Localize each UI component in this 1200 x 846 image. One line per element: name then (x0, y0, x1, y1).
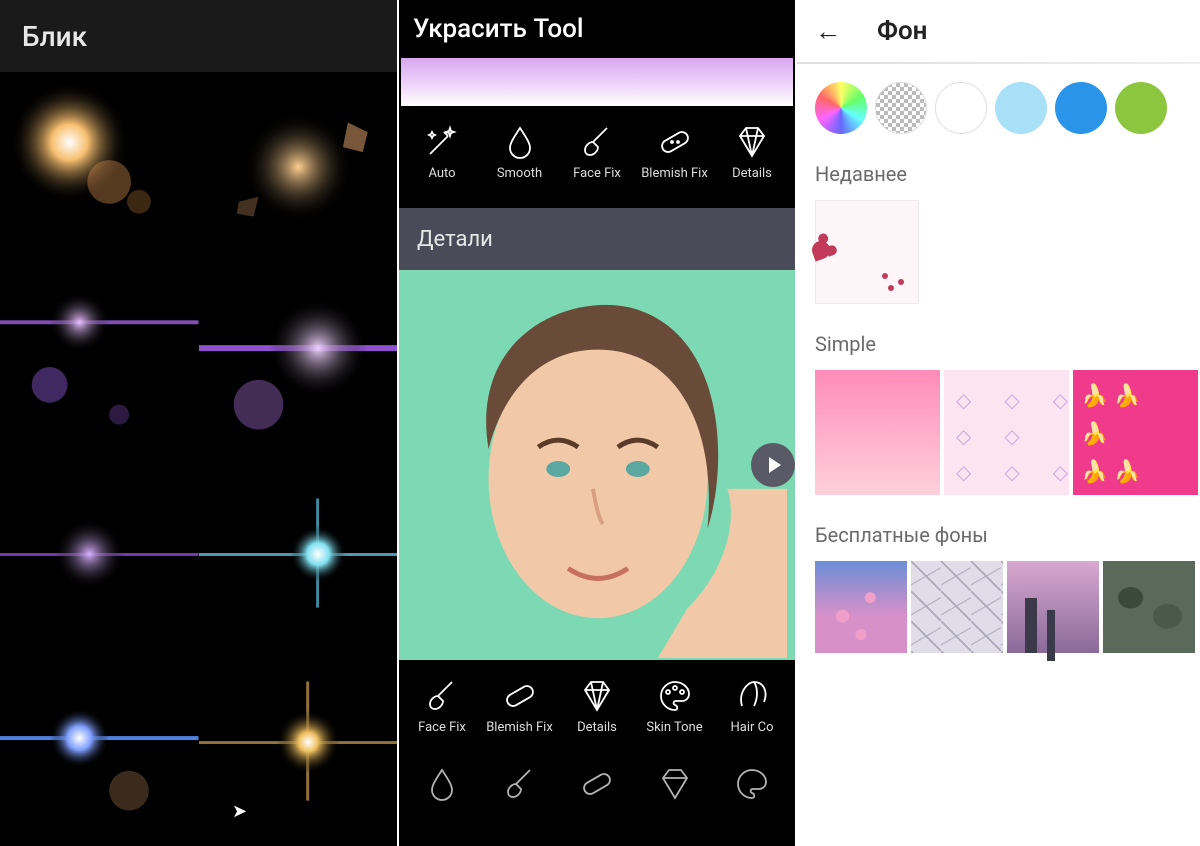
color-swatch-blue[interactable] (1055, 82, 1107, 134)
brush-icon (424, 678, 460, 714)
tool-skintone[interactable]: Skin Tone (638, 678, 712, 735)
bg-tile-leaves[interactable] (1103, 561, 1195, 653)
beautify-header: Украсить Tool (399, 0, 795, 58)
recent-thumb-1[interactable] (815, 200, 919, 304)
bg-tile-dusk[interactable] (1007, 561, 1099, 653)
flare-thumb-purple-2[interactable] (199, 265, 398, 458)
tool-blemish-2[interactable]: Blemish Fix (483, 678, 557, 735)
flare-thumb-purple-1[interactable] (0, 265, 199, 458)
flare-thumb-cyan[interactable] (199, 458, 398, 651)
color-row (797, 82, 1200, 134)
flare-thumb-purple-3[interactable] (0, 458, 199, 651)
flare-thumb-blue[interactable] (0, 651, 199, 844)
color-swatch-rainbow[interactable] (815, 82, 867, 134)
bandage-icon (579, 766, 615, 802)
bg-title: Фон (877, 16, 927, 46)
preview-strip (401, 58, 793, 106)
bg-header: ← Фон (797, 0, 1200, 62)
beautify-panel: Украсить Tool Auto Smooth Face Fix Blemi… (399, 0, 797, 846)
bg-tile-map[interactable] (911, 561, 1003, 653)
drop-icon (424, 766, 460, 802)
brush-icon (579, 124, 615, 160)
face-placeholder-icon (399, 270, 795, 658)
flare-panel: Блик ➤ (0, 0, 399, 846)
tool-extra-2[interactable] (483, 766, 557, 802)
color-swatch-white[interactable] (935, 82, 987, 134)
color-swatch-lightblue[interactable] (995, 82, 1047, 134)
background-panel: ← Фон Недавнее Simple Бесплатные фоны (797, 0, 1200, 846)
tool-extra-3[interactable] (560, 766, 634, 802)
diamond-icon (734, 124, 770, 160)
color-swatch-transparent[interactable] (875, 82, 927, 134)
tool-blemish[interactable]: Blemish Fix (638, 124, 712, 181)
play-button[interactable] (751, 443, 795, 487)
beautify-title: Украсить Tool (413, 14, 584, 44)
tool-extra-1[interactable] (405, 766, 479, 802)
tool-haircolor[interactable]: Hair Co (715, 678, 789, 735)
tool-extra-5[interactable] (715, 766, 789, 802)
bg-tile-pink-gradient[interactable] (815, 370, 940, 495)
bg-tile-banana-pattern[interactable] (1073, 370, 1198, 495)
divider (797, 62, 1200, 64)
section-simple-title: Simple (797, 304, 1200, 370)
tool-facefix[interactable]: Face Fix (560, 124, 634, 181)
flare-title: Блик (22, 20, 87, 53)
drop-icon (502, 124, 538, 160)
section-recent-title: Недавнее (797, 134, 1200, 200)
tool-details-2[interactable]: Details (560, 678, 634, 735)
tool-row-top: Auto Smooth Face Fix Blemish Fix Details (399, 106, 795, 198)
hair-icon (734, 678, 770, 714)
section-details: Детали (399, 208, 795, 270)
tool-auto[interactable]: Auto (405, 124, 479, 181)
bg-tile-blossom[interactable] (815, 561, 907, 653)
palette-icon (734, 766, 770, 802)
tool-facefix-2[interactable]: Face Fix (405, 678, 479, 735)
section-free-title: Бесплатные фоны (797, 495, 1200, 561)
simple-row (797, 370, 1200, 495)
flare-header: Блик (0, 0, 397, 72)
tool-extra-4[interactable] (638, 766, 712, 802)
back-icon[interactable]: ← (815, 16, 841, 47)
brush-icon (502, 766, 538, 802)
recent-row (797, 200, 1200, 304)
bandage-icon (657, 124, 693, 160)
free-row (797, 561, 1200, 653)
tool-row-extra (399, 752, 795, 816)
tool-smooth[interactable]: Smooth (483, 124, 557, 181)
section-details-title: Детали (417, 227, 493, 252)
tool-details[interactable]: Details (715, 124, 789, 181)
flare-thumb-gold[interactable] (199, 651, 398, 844)
flare-thumb-orange-2[interactable] (199, 72, 398, 265)
bandage-icon (502, 678, 538, 714)
wand-icon (424, 124, 460, 160)
diamond-icon (579, 678, 615, 714)
preview-image[interactable] (399, 270, 795, 660)
bg-tile-diamond-pattern[interactable] (944, 370, 1069, 495)
flare-grid (0, 72, 397, 844)
cursor-icon: ➤ (232, 801, 247, 822)
color-swatch-green[interactable] (1115, 82, 1167, 134)
palette-icon (657, 678, 693, 714)
tool-row-bottom: Face Fix Blemish Fix Details Skin Tone H… (399, 660, 795, 752)
diamond-icon (657, 766, 693, 802)
flare-thumb-orange-1[interactable] (0, 72, 199, 265)
